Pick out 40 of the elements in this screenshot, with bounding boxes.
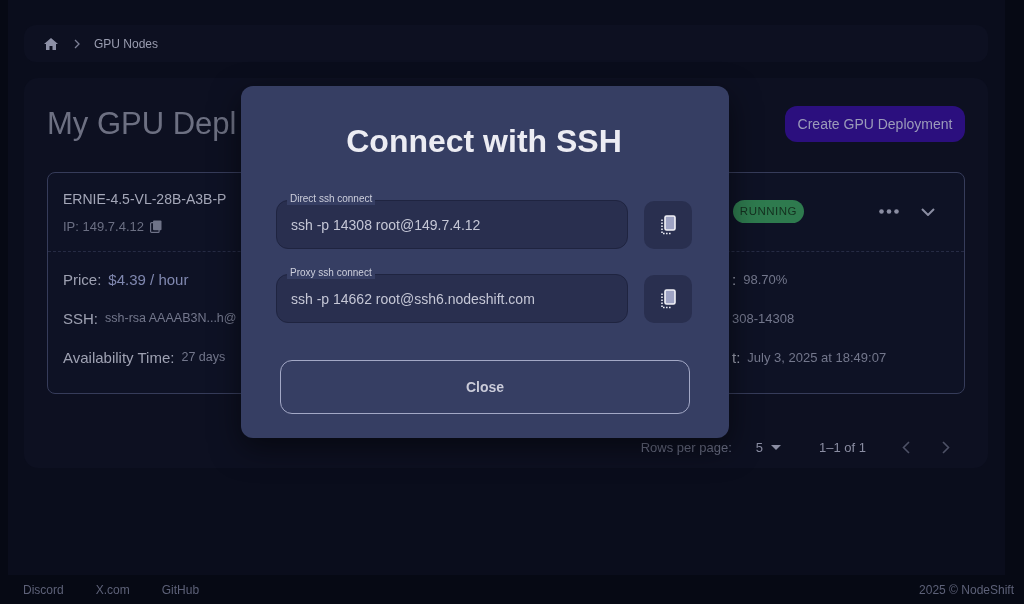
chevron-left-icon[interactable] (902, 440, 910, 454)
copy-icon[interactable] (149, 219, 162, 233)
detail-value: 98.70% (743, 271, 788, 287)
page-title: My GPU Depl (47, 106, 237, 142)
home-icon[interactable] (44, 37, 58, 50)
detail-value: July 3, 2025 at 18:49:07 (747, 349, 887, 365)
detail-label: t: (732, 348, 741, 366)
detail-label: Price: (63, 270, 102, 288)
chevron-down-icon[interactable] (921, 207, 935, 216)
footer-link[interactable]: Discord (23, 582, 64, 597)
close-button[interactable]: Close (280, 360, 690, 414)
detail-label: Availability Time: (63, 348, 175, 366)
field-label: Proxy ssh connect (287, 267, 375, 279)
page-range: 1–1 of 1 (819, 439, 866, 455)
footer-link[interactable]: GitHub (161, 582, 200, 597)
more-options-icon[interactable] (879, 209, 899, 214)
chevron-right-icon[interactable] (942, 440, 950, 454)
status-badge: RUNNING (732, 200, 804, 223)
detail-label: SSH: (63, 309, 98, 327)
field-label: Direct ssh connect (287, 193, 376, 205)
detail-label: : (732, 270, 737, 288)
dialog-title: Connect with SSH (345, 122, 623, 161)
copyright-text: 2025 © NodeShift (919, 582, 1014, 597)
create-deployment-button[interactable]: Create GPU Deployment (785, 106, 965, 142)
chevron-right-icon (74, 38, 80, 49)
detail-value: 27 days (181, 350, 226, 364)
rows-per-page-label: Rows per page: (640, 439, 732, 455)
detail-value: ssh-rsa AAAAB3N...h@ (105, 311, 237, 325)
deployment-name: ERNIE-4.5-VL-28B-A3B-P (63, 190, 227, 209)
footer-link[interactable]: X.com (95, 582, 130, 597)
breadcrumb-current: GPU Nodes (94, 36, 159, 51)
copy-icon (660, 214, 676, 235)
copy-button[interactable] (644, 200, 692, 249)
caret-icon (771, 444, 781, 450)
ip-address: IP: 149.7.4.12 (63, 218, 144, 234)
copy-icon (660, 288, 676, 309)
copy-button[interactable] (644, 274, 692, 323)
rows-per-page-select[interactable]: 5 (755, 439, 781, 455)
detail-value: $4.39 / hour (108, 270, 189, 288)
detail-value: 308-14308 (732, 310, 795, 326)
